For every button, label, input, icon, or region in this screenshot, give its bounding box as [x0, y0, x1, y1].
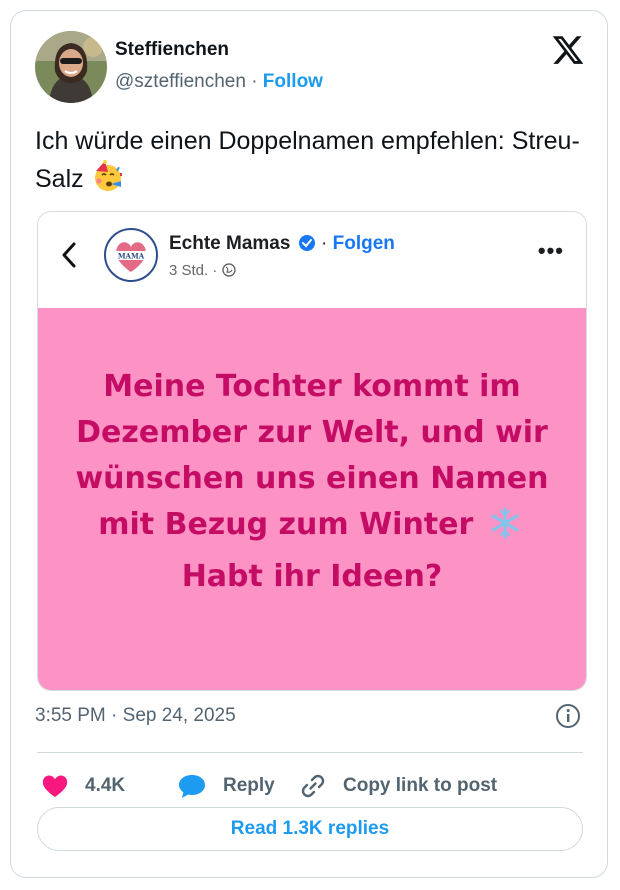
globe-icon: [221, 263, 236, 277]
reply-label: Reply: [223, 775, 275, 796]
divider: [37, 752, 583, 753]
speech-bubble-icon: [179, 775, 205, 798]
info-icon[interactable]: [555, 703, 581, 729]
snowflake-icon: [488, 506, 522, 554]
page-separator: ·: [321, 233, 328, 254]
tweet-card: Steffienchen @szteffienchen · Follow Ich…: [10, 10, 608, 878]
page-logo-text: MAMA: [118, 252, 145, 261]
tweet-timestamp[interactable]: 3:55 PM · Sep 24, 2025: [35, 705, 236, 727]
back-arrow-icon[interactable]: [60, 240, 78, 276]
author-name[interactable]: Steffienchen: [115, 39, 229, 61]
copy-link-button[interactable]: Copy link to post: [299, 769, 497, 803]
page-logo[interactable]: MAMA: [104, 228, 158, 282]
post-text-before-emoji: Meine Tochter kommt im Dezember zur Welt…: [75, 369, 549, 542]
post-image: Meine Tochter kommt im Dezember zur Welt…: [38, 308, 586, 690]
heart-icon: [42, 775, 68, 797]
link-icon: [301, 774, 325, 798]
party-face-icon: [91, 159, 125, 203]
post-text-after-emoji: Habt ihr Ideen?: [181, 559, 443, 594]
more-options-icon[interactable]: •••: [538, 238, 564, 264]
tweet-text: Ich würde einen Doppelnamen empfehlen: S…: [35, 123, 595, 203]
like-count: 4.4K: [85, 775, 126, 796]
embedded-post-header: MAMA Echte Mamas · Folgen 3 Std. · •••: [38, 212, 586, 308]
follow-button[interactable]: Follow: [263, 71, 323, 92]
read-replies-button[interactable]: Read 1.3K replies: [37, 807, 583, 851]
reply-button[interactable]: Reply: [177, 769, 275, 803]
verified-badge-icon: [298, 234, 316, 258]
embedded-post[interactable]: MAMA Echte Mamas · Folgen 3 Std. · ••• M…: [37, 211, 587, 691]
copy-link-label: Copy link to post: [343, 775, 498, 796]
post-age-separator: ·: [212, 262, 218, 279]
post-meta: 3 Std. ·: [169, 262, 236, 279]
post-age: 3 Std.: [169, 262, 209, 279]
x-logo-icon[interactable]: [551, 33, 585, 67]
author-handle-row: @szteffienchen · Follow: [115, 71, 323, 93]
post-image-text: Meine Tochter kommt im Dezember zur Welt…: [68, 364, 556, 600]
page-name[interactable]: Echte Mamas: [169, 233, 290, 254]
handle-separator: ·: [251, 71, 258, 92]
folgen-button[interactable]: Folgen: [333, 233, 395, 254]
avatar[interactable]: [35, 31, 107, 103]
author-handle[interactable]: @szteffienchen: [115, 71, 246, 92]
page-name-row: Echte Mamas · Folgen: [169, 233, 395, 258]
like-button[interactable]: 4.4K: [41, 769, 125, 803]
